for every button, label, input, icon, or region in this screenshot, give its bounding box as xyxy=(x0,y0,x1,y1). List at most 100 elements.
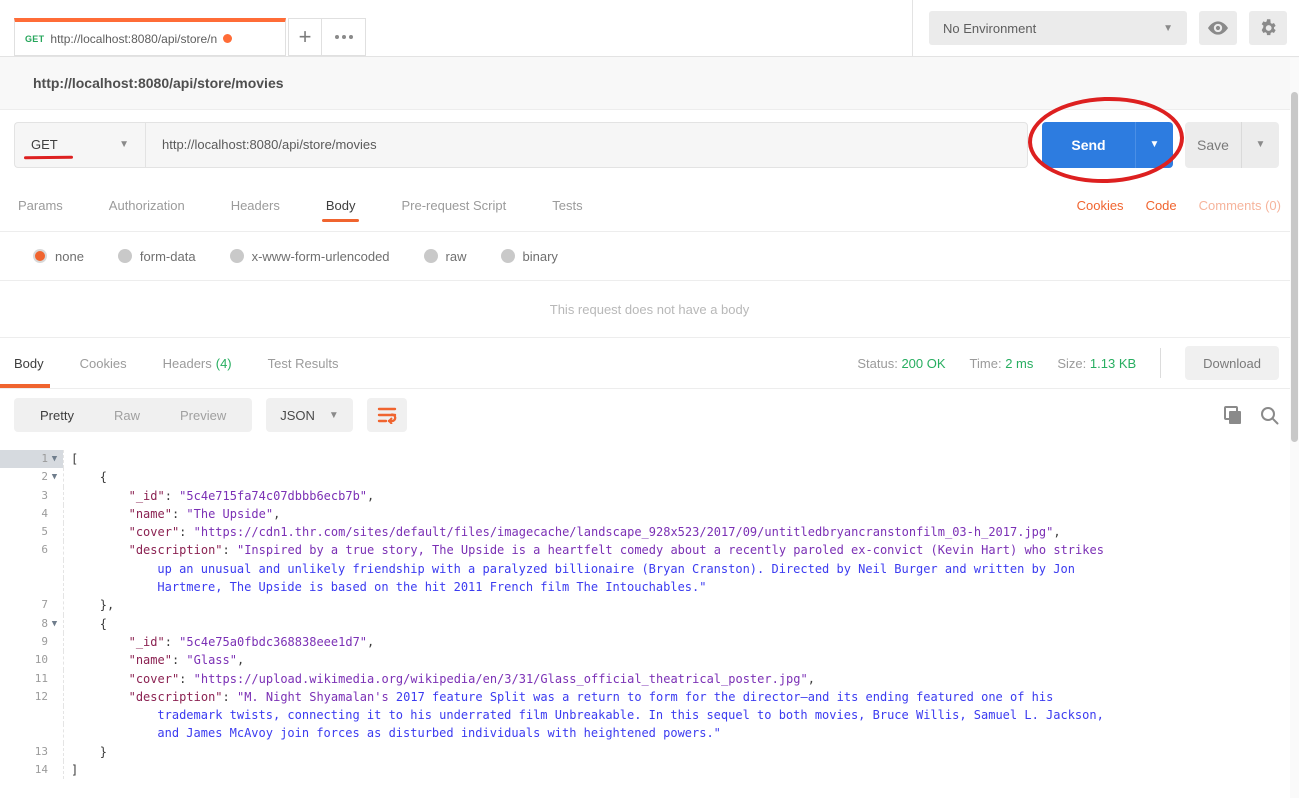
fold-toggle-icon[interactable]: ▼ xyxy=(48,450,61,468)
code-line: and James McAvoy join forces as disturbe… xyxy=(0,724,1299,743)
tab-pre-request-script[interactable]: Pre-request Script xyxy=(401,179,506,231)
response-tab-cookies[interactable]: Cookies xyxy=(80,338,127,388)
code-line: up an unusual and unlikely friendship wi… xyxy=(0,559,1299,579)
cookies-link[interactable]: Cookies xyxy=(1077,198,1124,213)
body-option-label: form-data xyxy=(139,248,196,264)
chevron-down-icon: ▼ xyxy=(1149,139,1160,150)
fold-toggle-icon[interactable]: ▼ xyxy=(48,615,61,633)
view-pretty[interactable]: Pretty xyxy=(20,408,94,423)
response-body-viewer[interactable]: 1 ▼[2 ▼{3 "_id": "5c4e715fa74c07dbbb6ecb7b"… xyxy=(0,441,1299,780)
save-button[interactable]: Save xyxy=(1185,121,1241,168)
line-gutter[interactable]: 2 ▼ xyxy=(0,468,63,486)
settings-button[interactable] xyxy=(1249,11,1287,45)
radio-icon xyxy=(500,249,515,263)
size-badge: Size: 1.13 KB xyxy=(1057,355,1137,371)
request-tab[interactable]: GET http://localhost:8080/api/store/n xyxy=(14,18,286,56)
new-tab-button[interactable]: + xyxy=(288,18,322,56)
code-line: 11 "cover": "https://upload.wikimedia.org… xyxy=(0,669,1299,688)
code-text: "description": "M. Night Shyamalan's 201… xyxy=(63,687,1053,707)
viewer-tools xyxy=(1224,405,1279,425)
view-raw[interactable]: Raw xyxy=(94,408,160,423)
tab-method-badge: GET xyxy=(25,33,45,44)
send-options-button[interactable]: ▼ xyxy=(1135,121,1173,168)
code-line: 8 ▼{ xyxy=(0,614,1299,633)
code-line: 6 "description": "Inspired by a true stor… xyxy=(0,541,1299,560)
copy-response-button[interactable] xyxy=(1224,405,1242,425)
body-option-binary[interactable]: binary xyxy=(500,249,558,264)
status-badge: Status: 200 OK xyxy=(857,355,946,371)
tab-title: http://localhost:8080/api/store/n xyxy=(50,31,218,46)
body-option-x-www-form-urlencoded[interactable]: x-www-form-urlencoded xyxy=(229,249,390,264)
body-option-none[interactable]: none xyxy=(33,249,84,264)
body-option-raw[interactable]: raw xyxy=(423,249,467,264)
code-line: 9 "_id": "5c4e75a0fbdc368838eee1d7", xyxy=(0,632,1299,652)
request-links: Cookies Code Comments (0) xyxy=(1077,198,1281,213)
environment-select[interactable]: No Environment ▼ xyxy=(929,11,1187,45)
tab-tests[interactable]: Tests xyxy=(552,179,582,231)
line-gutter: 9 xyxy=(41,634,48,648)
scrollbar-thumb[interactable] xyxy=(1291,92,1298,442)
time-badge: Time: 2 ms xyxy=(969,355,1034,371)
line-gutter: 3 xyxy=(41,488,48,502)
wrap-lines-button[interactable] xyxy=(366,398,407,432)
code-text: "name": "Glass", xyxy=(63,651,244,670)
eye-icon xyxy=(1208,21,1228,35)
response-tab-headers[interactable]: Headers (4) xyxy=(163,338,232,388)
code-text: "_id": "5c4e75a0fbdc368838eee1d7", xyxy=(63,632,374,652)
code-text: "cover": "https://upload.wikimedia.org/w… xyxy=(63,669,815,688)
line-gutter[interactable]: 8 ▼ xyxy=(0,615,63,633)
method-label: GET xyxy=(31,137,58,152)
ellipsis-icon xyxy=(334,35,353,39)
search-icon xyxy=(1261,406,1279,424)
body-option-form-data[interactable]: form-data xyxy=(117,248,196,264)
tab-params[interactable]: Params xyxy=(18,179,63,231)
chevron-down-icon: ▼ xyxy=(1163,22,1173,34)
gear-icon xyxy=(1261,19,1276,36)
environment-quick-look-button[interactable] xyxy=(1199,11,1237,45)
line-gutter: 12 xyxy=(34,689,48,703)
radio-selected-icon xyxy=(33,249,47,263)
tab-authorization[interactable]: Authorization xyxy=(109,179,185,231)
code-link[interactable]: Code xyxy=(1146,198,1177,213)
line-gutter: 14 xyxy=(34,763,48,777)
line-gutter xyxy=(0,560,63,578)
url-input[interactable] xyxy=(145,121,1028,168)
code-text: { xyxy=(63,614,107,633)
code-line: 7}, xyxy=(0,596,1299,615)
code-text: "description": "Inspired by a true story… xyxy=(63,541,1104,560)
line-gutter xyxy=(0,724,63,742)
code-line: 12 "description": "M. Night Shyamalan's 2… xyxy=(0,687,1299,707)
view-preview[interactable]: Preview xyxy=(160,408,246,423)
request-tabs: Params Authorization Headers Body Pre-re… xyxy=(0,179,1299,232)
response-tab-body[interactable]: Body xyxy=(0,338,50,388)
response-tab-test-results[interactable]: Test Results xyxy=(268,338,339,388)
code-text: Hartmere, The Upside is based on the hit… xyxy=(63,578,706,597)
code-line: 13} xyxy=(0,742,1299,762)
format-select[interactable]: JSON ▼ xyxy=(266,398,353,432)
code-lines: 1 ▼[2 ▼{3 "_id": "5c4e715fa74c07dbbb6ecb7b"… xyxy=(0,450,1299,780)
code-line: 10 "name": "Glass", xyxy=(0,651,1299,670)
send-button[interactable]: Send xyxy=(1042,121,1135,168)
more-tabs-button[interactable] xyxy=(322,18,366,56)
method-select[interactable]: GET ▼ xyxy=(14,121,145,168)
body-option-label: none xyxy=(55,248,84,264)
search-response-button[interactable] xyxy=(1260,406,1279,425)
fold-toggle-icon[interactable]: ▼ xyxy=(48,468,61,486)
code-line: trademark twists, connecting it to his u… xyxy=(0,706,1299,725)
code-line: 1 ▼[ xyxy=(0,450,1299,469)
tab-body[interactable]: Body xyxy=(321,179,360,231)
save-options-button[interactable]: ▼ xyxy=(1241,121,1279,168)
empty-body-message: This request does not have a body xyxy=(0,281,1299,338)
line-gutter[interactable]: 1 ▼ xyxy=(0,450,63,469)
page-scrollbar[interactable] xyxy=(1290,58,1299,798)
response-meta: Status: 200 OK Time: 2 ms Size: 1.13 KB … xyxy=(857,346,1279,380)
headers-count-badge: (4) xyxy=(215,355,232,371)
comments-link[interactable]: Comments (0) xyxy=(1199,198,1281,213)
code-line: Hartmere, The Upside is based on the hit… xyxy=(0,578,1299,597)
word-wrap-icon xyxy=(377,407,397,424)
tab-headers[interactable]: Headers xyxy=(231,179,280,231)
unsaved-changes-dot xyxy=(223,34,233,43)
download-button[interactable]: Download xyxy=(1185,346,1279,380)
code-line: 4 "name": "The Upside", xyxy=(0,504,1299,524)
line-gutter: 7 xyxy=(41,598,48,612)
